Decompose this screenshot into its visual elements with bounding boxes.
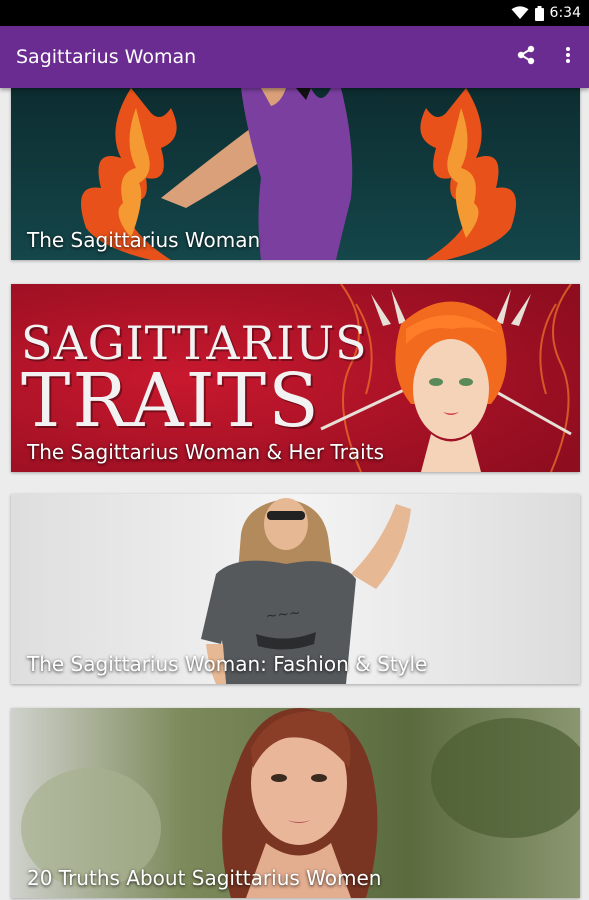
article-card-fashion-style[interactable]: ~~~ The Sagittarius Woman: Fashion & Sty…: [11, 494, 580, 684]
app-title: Sagittarius Woman: [16, 46, 197, 68]
share-button[interactable]: [505, 36, 547, 78]
article-card-20-truths[interactable]: 20 Truths About Sagittarius Women: [11, 708, 580, 898]
status-time: 6:34: [549, 5, 581, 21]
battery-icon: [534, 5, 544, 21]
article-card-sagittarius-woman[interactable]: The Sagittarius Woman: [11, 88, 580, 260]
more-options-button[interactable]: [547, 36, 589, 78]
article-feed[interactable]: The Sagittarius Woman SAGITTARIUS TRAITS…: [0, 88, 589, 900]
article-title: The Sagittarius Woman & Her Traits: [27, 440, 384, 464]
wifi-icon: [511, 6, 529, 20]
app-actions: [505, 36, 589, 78]
app-bar: Sagittarius Woman: [0, 26, 589, 88]
article-card-traits[interactable]: SAGITTARIUS TRAITS The Sagittarius Woman…: [11, 284, 580, 472]
status-bar: 6:34: [0, 0, 589, 26]
share-icon: [516, 45, 536, 69]
more-vert-icon: [565, 46, 571, 68]
article-title: The Sagittarius Woman: Fashion & Style: [27, 652, 428, 676]
article-title: The Sagittarius Woman: [27, 228, 261, 252]
article-title: 20 Truths About Sagittarius Women: [27, 866, 382, 890]
banner-subheading: TRAITS: [21, 358, 321, 444]
